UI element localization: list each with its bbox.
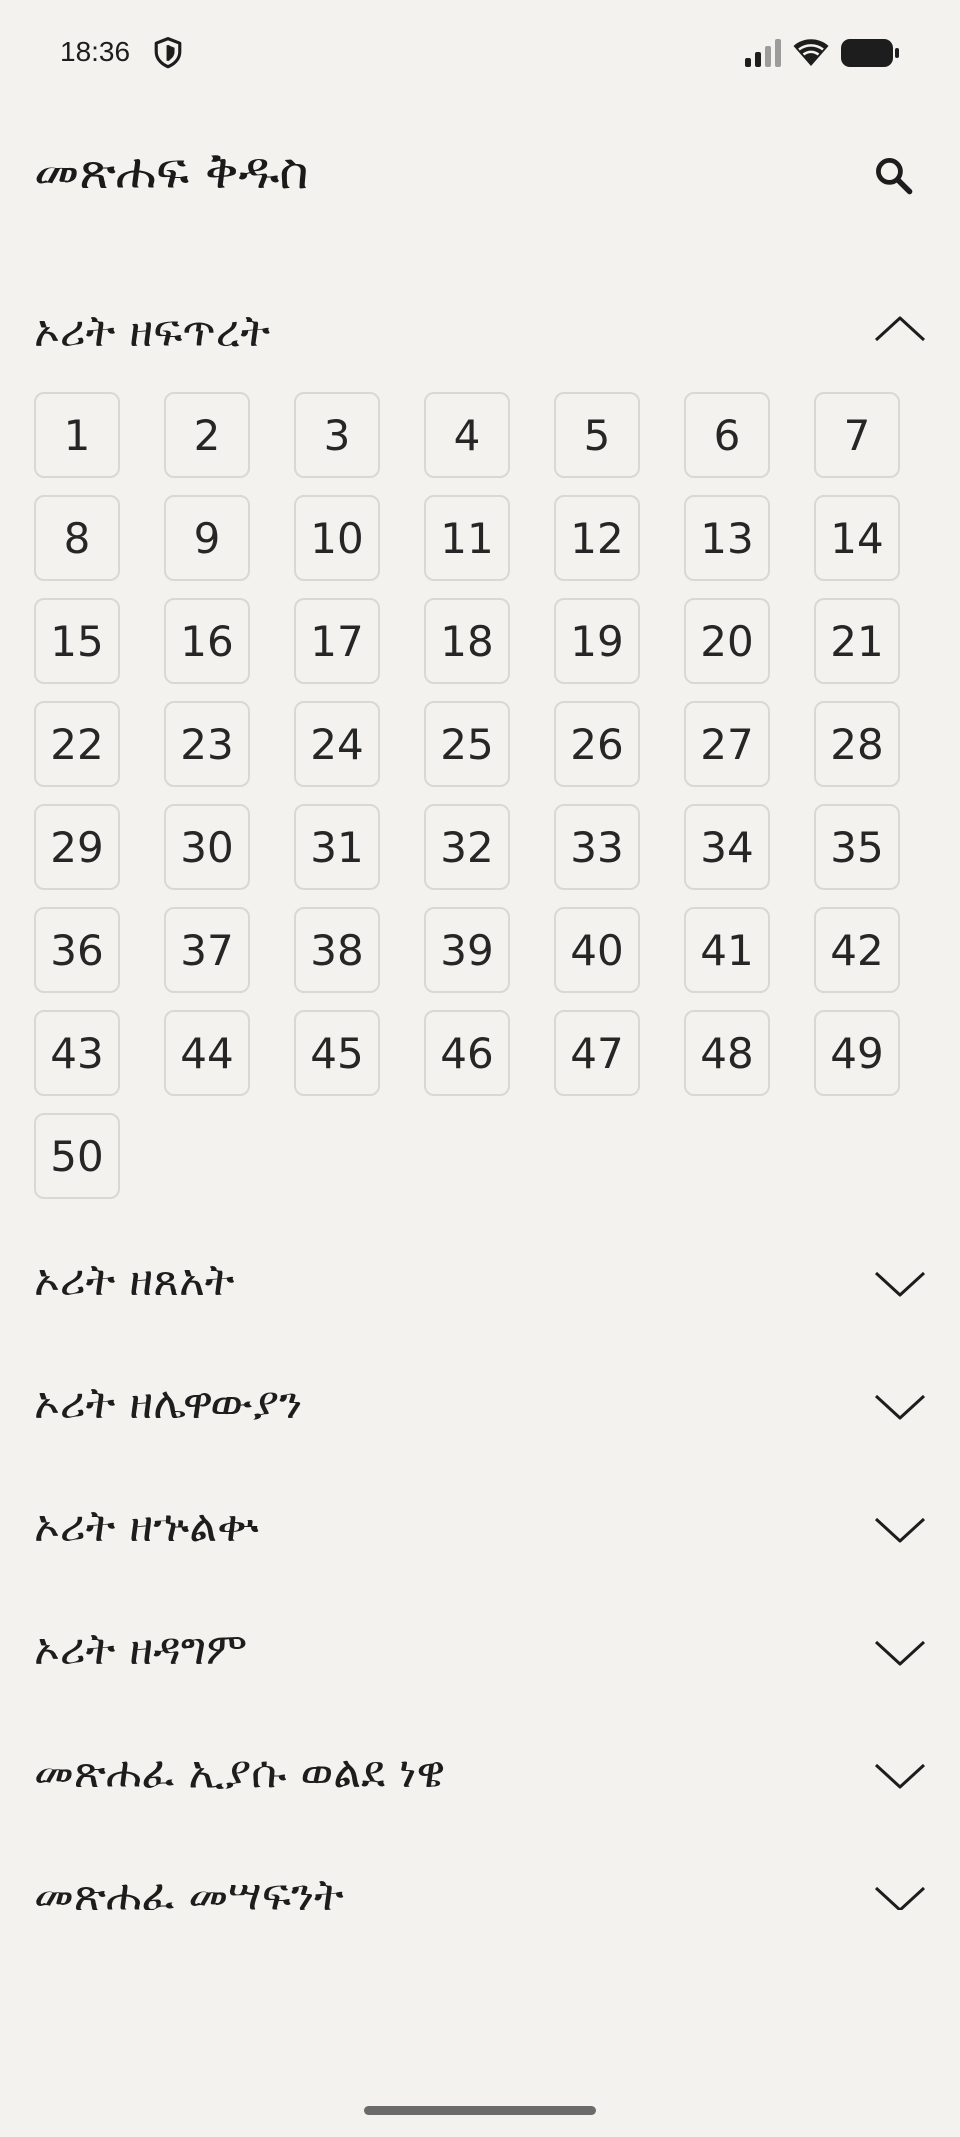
chapter-button[interactable]: 11 [424,495,510,581]
search-icon [876,158,913,195]
book-header-leviticus[interactable]: ኦሪት ዘሌዋውያን [0,1346,960,1469]
chapter-button[interactable]: 31 [294,804,380,890]
chapter-button[interactable]: 2 [164,392,250,478]
chapter-button[interactable]: 39 [424,907,510,993]
chapter-button[interactable]: 23 [164,701,250,787]
book-title: ኦሪት ዘፍጥረት [34,306,271,357]
chapter-button[interactable]: 12 [554,495,640,581]
chapter-button[interactable]: 17 [294,598,380,684]
book-section-numbers: ኦሪት ዘኍልቍ [0,1469,960,1592]
chapter-button[interactable]: 9 [164,495,250,581]
chapter-button[interactable]: 42 [814,907,900,993]
book-header-joshua[interactable]: መጽሐፈ ኢያሱ ወልደ ነዌ [0,1715,960,1838]
book-list: ኦሪት ዘፍጥረት 1 2 3 4 5 6 7 8 9 10 11 12 13 14 15 16 17 18 19 2… [0,280,960,1961]
chevron-up-icon [874,316,926,342]
chapter-button[interactable]: 26 [554,701,640,787]
chapter-button[interactable]: 29 [34,804,120,890]
chapter-button[interactable]: 47 [554,1010,640,1096]
chapter-button[interactable]: 24 [294,701,380,787]
chapter-button[interactable]: 27 [684,701,770,787]
chapter-button[interactable]: 13 [684,495,770,581]
chapter-button[interactable]: 30 [164,804,250,890]
shield-icon [154,37,182,69]
chapter-button[interactable]: 25 [424,701,510,787]
chapter-button[interactable]: 44 [164,1010,250,1096]
chapter-button[interactable]: 7 [814,392,900,478]
book-header-numbers[interactable]: ኦሪት ዘኍልቍ [0,1469,960,1592]
chapter-button[interactable]: 37 [164,907,250,993]
status-time: 18:36 [60,36,131,67]
wifi-icon [793,39,829,66]
book-section-leviticus: ኦሪት ዘሌዋውያን [0,1346,960,1469]
search-button[interactable] [862,144,926,208]
battery-icon [841,39,899,67]
signal-icon [745,39,781,67]
chapter-button[interactable]: 50 [34,1113,120,1199]
chapter-button[interactable]: 18 [424,598,510,684]
app-header: መጽሐፍ ቅዱስ [0,120,960,220]
book-section-joshua: መጽሐፈ ኢያሱ ወልደ ነዌ [0,1715,960,1838]
home-indicator[interactable] [364,2106,596,2115]
chapter-button[interactable]: 32 [424,804,510,890]
chevron-down-icon [874,1640,926,1666]
chapter-button[interactable]: 35 [814,804,900,890]
chapter-button[interactable]: 15 [34,598,120,684]
chapter-button[interactable]: 20 [684,598,770,684]
chapter-button[interactable]: 38 [294,907,380,993]
chapter-button[interactable]: 49 [814,1010,900,1096]
scroll-fade-area [0,1910,960,2137]
chapter-button[interactable]: 16 [164,598,250,684]
chapter-button[interactable]: 48 [684,1010,770,1096]
chapter-button[interactable]: 46 [424,1010,510,1096]
chapter-button[interactable]: 4 [424,392,510,478]
book-title: መጽሐፈ ኢያሱ ወልደ ነዌ [34,1747,446,1798]
chevron-down-icon [874,1271,926,1297]
book-header-genesis[interactable]: ኦሪት ዘፍጥረት [0,280,960,380]
book-section-deuteronomy: ኦሪት ዘዳግም [0,1592,960,1715]
book-title: ኦሪት ዘኍልቍ [34,1501,259,1552]
chapter-button[interactable]: 36 [34,907,120,993]
chapter-button[interactable]: 28 [814,701,900,787]
chapter-button[interactable]: 10 [294,495,380,581]
status-bar: 18:36 [0,0,960,100]
chevron-down-icon [874,1763,926,1789]
book-title: ኦሪት ዘሌዋውያን [34,1378,303,1429]
chapter-button[interactable]: 21 [814,598,900,684]
chapter-button[interactable]: 5 [554,392,640,478]
chapter-button[interactable]: 45 [294,1010,380,1096]
chapter-button[interactable]: 19 [554,598,640,684]
page-title: መጽሐፍ ቅዱስ [34,142,309,200]
chevron-down-icon [874,1517,926,1543]
chapter-button[interactable]: 6 [684,392,770,478]
chapter-button[interactable]: 40 [554,907,640,993]
chevron-down-icon [874,1394,926,1420]
chapter-button[interactable]: 22 [34,701,120,787]
book-header-deuteronomy[interactable]: ኦሪት ዘዳግም [0,1592,960,1715]
chapter-grid: 1 2 3 4 5 6 7 8 9 10 11 12 13 14 15 16 17 18 19 20 21 22 23 24 2… [0,380,960,1223]
book-header-exodus[interactable]: ኦሪት ዘጸአት [0,1223,960,1346]
chapter-button[interactable]: 14 [814,495,900,581]
chapter-button[interactable]: 33 [554,804,640,890]
chapter-button[interactable]: 34 [684,804,770,890]
chapter-button[interactable]: 8 [34,495,120,581]
book-title: ኦሪት ዘዳግም [34,1624,248,1675]
chapter-button[interactable]: 3 [294,392,380,478]
chapter-button[interactable]: 1 [34,392,120,478]
chapter-button[interactable]: 41 [684,907,770,993]
chapter-button[interactable]: 43 [34,1010,120,1096]
book-title: ኦሪት ዘጸአት [34,1255,235,1306]
book-section-genesis: ኦሪት ዘፍጥረት 1 2 3 4 5 6 7 8 9 10 11 12 13 14 15 16 17 18 19 2… [0,280,960,1223]
book-section-exodus: ኦሪት ዘጸአት [0,1223,960,1346]
